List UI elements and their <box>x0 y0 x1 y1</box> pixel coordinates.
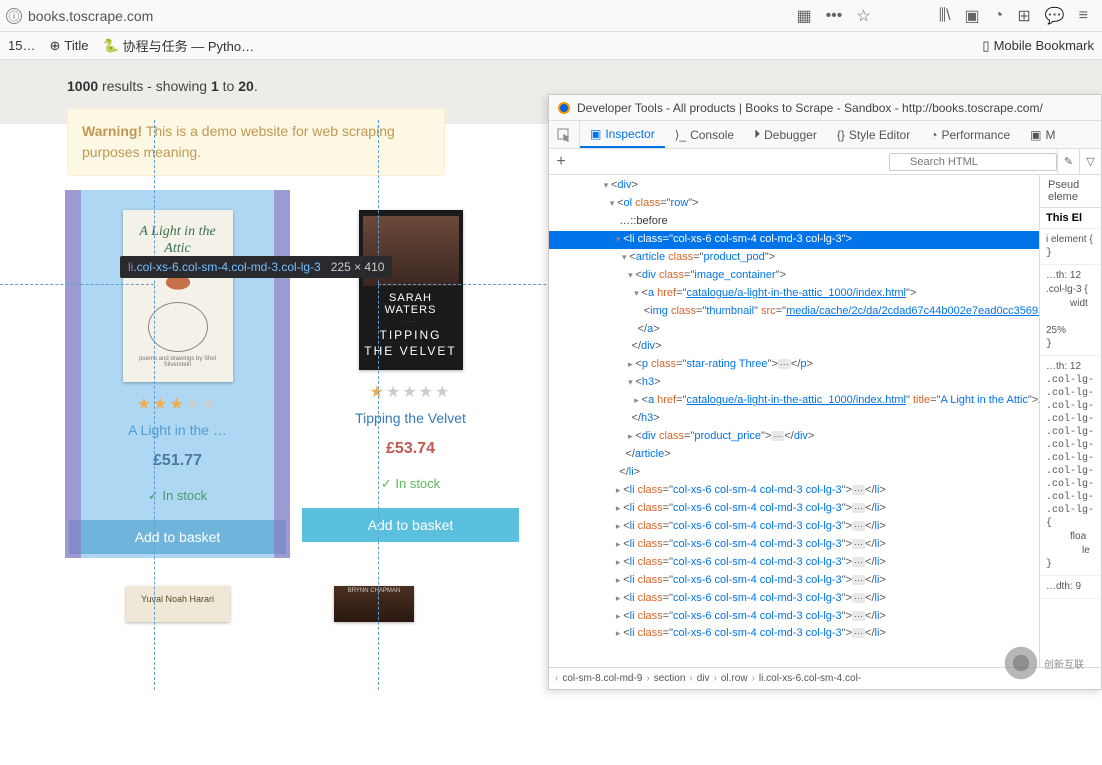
reader-icon[interactable]: ▦ <box>796 6 811 26</box>
product-card[interactable]: BRYNN CHAPMAN <box>298 566 523 636</box>
results-line: 1000 results - showing 1 to 20. <box>53 60 1051 94</box>
more-icon[interactable]: ••• <box>826 7 843 25</box>
eyedropper-icon[interactable]: ✎ <box>1057 149 1079 174</box>
book-cover[interactable]: Yuval Noah Harari <box>126 586 230 622</box>
info-icon[interactable]: ⓘ <box>6 8 22 24</box>
watermark: 创新互联 <box>1002 644 1084 682</box>
book-cover[interactable]: A Light in the Attic poems and drawings … <box>123 210 233 382</box>
url-text[interactable]: books.toscrape.com <box>28 8 796 24</box>
devtools-title-bar: Developer Tools - All products | Books t… <box>549 95 1101 121</box>
bookmark-2[interactable]: 🐍 协程与任务 — Pytho… <box>102 36 254 55</box>
add-to-basket-button[interactable]: Add to basket <box>302 508 519 542</box>
book-cover[interactable]: SARAH WATERS · · · · · · TIPPINGTHE VELV… <box>359 210 463 370</box>
search-html-input[interactable] <box>889 153 1057 171</box>
chat-icon[interactable]: 💬 <box>1045 6 1065 26</box>
product-card[interactable]: A Light in the Attic poems and drawings … <box>65 190 290 558</box>
bookmark-1[interactable]: ⊕ Title <box>49 38 88 54</box>
tab-console[interactable]: ⟩_ Console <box>665 121 744 148</box>
stock-status: ✓ In stock <box>300 476 521 492</box>
product-price: £51.77 <box>67 452 288 470</box>
product-title[interactable]: Tipping the Velvet <box>300 410 521 426</box>
tab-performance[interactable]: ◔ Performance <box>920 121 1020 148</box>
mobile-bookmarks[interactable]: ▯ Mobile Bookmark <box>982 38 1094 54</box>
element-picker-icon[interactable] <box>549 121 580 148</box>
star-rating: ★★★★★ <box>67 394 288 414</box>
warning-alert: Warning! This is a demo website for web … <box>67 108 445 176</box>
tab-inspector[interactable]: ▣ Inspector <box>580 121 665 148</box>
add-to-basket-button[interactable]: Add to basket <box>69 520 286 554</box>
tab-debugger[interactable]: ⏵ Debugger <box>744 121 827 148</box>
bookmark-0[interactable]: 15… <box>8 38 35 53</box>
tab-more[interactable]: ▣ M <box>1020 121 1065 148</box>
sync-icon[interactable]: ◔ <box>994 7 1004 25</box>
dom-tree[interactable]: ▾<div> ▾<ol class="row"> …::before ▾<li … <box>549 175 1039 667</box>
sidebar-icon[interactable]: ▣ <box>965 6 980 26</box>
star-icon[interactable]: ☆ <box>856 6 870 26</box>
address-bar: ⓘ books.toscrape.com ▦ ••• ☆ ⫼\ ▣ ◔ ⊞ 💬 … <box>0 0 1102 32</box>
styles-panel[interactable]: Pseud eleme This El i element { } …th: 1… <box>1039 175 1101 667</box>
product-card[interactable]: Yuval Noah Harari <box>65 566 290 636</box>
firefox-icon <box>557 101 571 115</box>
ext-icon[interactable]: ⊞ <box>1017 6 1030 26</box>
menu-icon[interactable]: ≡ <box>1079 7 1088 25</box>
devtools-tabs: ▣ Inspector ⟩_ Console ⏵ Debugger {} Sty… <box>549 121 1101 149</box>
product-title[interactable]: A Light in the … <box>67 422 288 438</box>
product-card[interactable]: SARAH WATERS · · · · · · TIPPINGTHE VELV… <box>298 190 523 558</box>
star-rating: ★★★★★ <box>300 382 521 402</box>
devtools-search-bar: + ✎ ▽ <box>549 149 1101 175</box>
tab-style-editor[interactable]: {} Style Editor <box>827 121 920 148</box>
devtools-panel: Developer Tools - All products | Books t… <box>548 94 1102 690</box>
bookmark-bar: 15… ⊕ Title 🐍 协程与任务 — Pytho… ▯ Mobile Bo… <box>0 32 1102 60</box>
product-price: £53.74 <box>300 440 521 458</box>
stock-status: ✓ In stock <box>67 488 288 504</box>
new-node-button[interactable]: + <box>549 153 573 171</box>
inspector-tooltip: li.col-xs-6.col-sm-4.col-md-3.col-lg-3 2… <box>120 256 392 278</box>
filter-icon[interactable]: ▽ <box>1079 149 1101 174</box>
book-cover[interactable]: BRYNN CHAPMAN <box>334 586 414 622</box>
library-icon[interactable]: ⫼\ <box>939 7 951 25</box>
addr-right-icons: ▦ ••• ☆ ⫼\ ▣ ◔ ⊞ 💬 ≡ <box>796 6 1088 26</box>
